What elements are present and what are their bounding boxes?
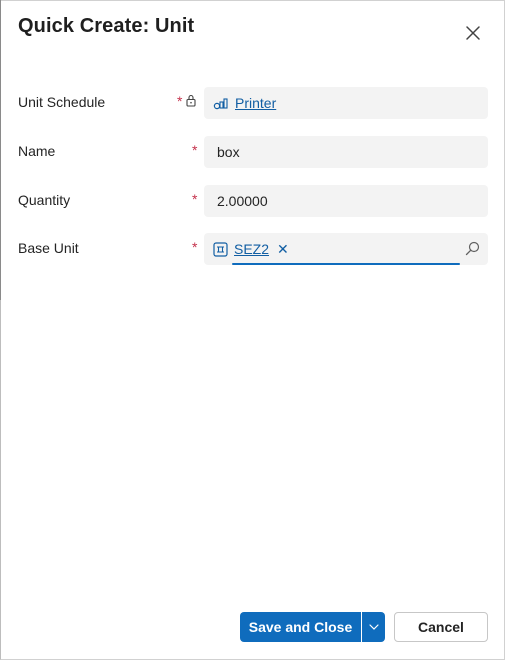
- unit-icon: [213, 241, 228, 257]
- base-unit-link[interactable]: SEZ2: [234, 241, 269, 257]
- close-button[interactable]: [462, 22, 484, 44]
- cancel-label: Cancel: [418, 619, 464, 635]
- required-mark: *: [192, 239, 198, 255]
- base-unit-lookup: SEZ2 ✕: [213, 241, 289, 257]
- cancel-button[interactable]: Cancel: [394, 612, 488, 642]
- save-and-close-label: Save and Close: [248, 619, 353, 635]
- quantity-input[interactable]: 2.00000: [204, 185, 488, 217]
- base-unit-lookup-input[interactable]: SEZ2 ✕: [204, 233, 488, 265]
- remove-icon[interactable]: ✕: [277, 242, 289, 256]
- base-unit-label: Base Unit: [18, 240, 79, 256]
- quantity-label: Quantity: [18, 192, 71, 208]
- focus-underline: [232, 263, 460, 265]
- dialog-title: Quick Create: Unit: [18, 15, 195, 37]
- lock-icon: [186, 94, 196, 107]
- required-mark: *: [177, 93, 183, 109]
- field-unit-schedule: Unit Schedule * Printer: [0, 87, 505, 120]
- required-mark: *: [192, 191, 198, 207]
- close-icon: [466, 26, 480, 40]
- unit-schedule-lookup: Printer: [213, 95, 276, 111]
- unit-schedule-field: Printer: [204, 87, 488, 119]
- search-icon[interactable]: [465, 241, 480, 256]
- name-value: box: [217, 144, 240, 160]
- chevron-down-icon: [368, 624, 379, 630]
- name-label: Name: [18, 143, 56, 159]
- field-name: Name * box: [0, 136, 505, 169]
- required-mark: *: [192, 142, 198, 158]
- entity-icon: [213, 98, 228, 110]
- unit-schedule-link[interactable]: Printer: [235, 95, 276, 111]
- field-base-unit: Base Unit * SEZ2 ✕: [0, 233, 505, 266]
- field-quantity: Quantity * 2.00000: [0, 185, 505, 218]
- save-options-dropdown-button[interactable]: [362, 612, 385, 642]
- save-and-close-button[interactable]: Save and Close: [240, 612, 361, 642]
- name-input[interactable]: box: [204, 136, 488, 168]
- quantity-value: 2.00000: [217, 193, 268, 209]
- unit-schedule-label: Unit Schedule: [18, 94, 106, 110]
